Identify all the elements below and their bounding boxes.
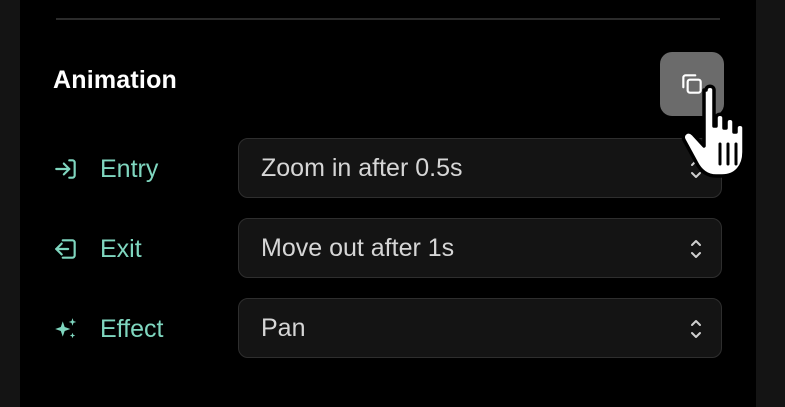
effect-select-value: Pan (261, 313, 306, 342)
entry-select[interactable]: Zoom in after 0.5s (238, 138, 722, 198)
sparkle-icon (52, 315, 80, 343)
effect-select[interactable]: Pan (238, 298, 722, 358)
exit-icon (52, 235, 80, 263)
animation-panel-frame: Animation Entry Zoom in after 0.5s Exit … (0, 0, 785, 407)
effect-label: Effect (100, 314, 164, 343)
chevron-updown-icon (691, 320, 701, 338)
exit-select-value: Move out after 1s (261, 233, 455, 262)
left-edge (0, 0, 20, 407)
effect-label-row: Effect (52, 298, 163, 360)
entry-select-value: Zoom in after 0.5s (261, 153, 463, 182)
section-title: Animation (53, 66, 178, 94)
right-edge (756, 0, 785, 407)
exit-label: Exit (100, 234, 142, 263)
entry-label: Entry (100, 154, 159, 183)
exit-label-row: Exit (52, 218, 142, 280)
entry-label-row: Entry (52, 138, 158, 200)
section-divider (56, 18, 720, 20)
entry-icon (52, 155, 80, 183)
exit-select[interactable]: Move out after 1s (238, 218, 722, 278)
animation-panel: Animation Entry Zoom in after 0.5s Exit … (20, 0, 756, 407)
chevron-updown-icon (691, 240, 701, 258)
hand-pointer-cursor-icon (681, 84, 746, 178)
